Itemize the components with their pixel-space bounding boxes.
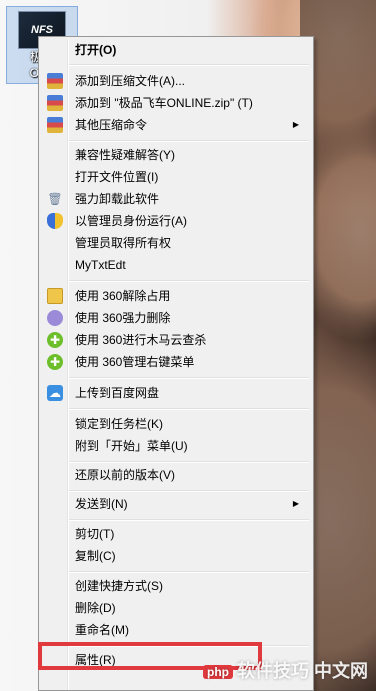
menu-item-restore-versions[interactable]: 还原以前的版本(V)	[41, 464, 311, 486]
menu-separator	[69, 571, 309, 573]
menu-item-pin-start[interactable]: 附到「开始」菜单(U)	[41, 435, 311, 457]
submenu-arrow-icon: ▶	[292, 120, 299, 129]
folder-icon	[47, 288, 63, 304]
menu-item-360-trojan-scan[interactable]: ✚ 使用 360进行木马云查杀	[41, 329, 311, 351]
menu-item-360-manage-menu[interactable]: ✚ 使用 360管理右键菜单	[41, 351, 311, 373]
submenu-arrow-icon: ▶	[292, 499, 299, 508]
menu-separator	[69, 140, 309, 142]
menu-item-baidu-upload[interactable]: ☁ 上传到百度网盘	[41, 382, 311, 404]
menu-item-360-unlock[interactable]: 使用 360解除占用	[41, 285, 311, 307]
cloud-icon: ☁	[47, 385, 63, 401]
menu-item-add-zip[interactable]: 添加到 "极品飞车ONLINE.zip" (T)	[41, 92, 311, 114]
menu-item-compat[interactable]: 兼容性疑难解答(Y)	[41, 144, 311, 166]
menu-item-take-ownership[interactable]: 管理员取得所有权	[41, 232, 311, 254]
menu-item-rename[interactable]: 重命名(M)	[41, 619, 311, 641]
shield-icon	[47, 213, 63, 229]
archive-icon	[47, 117, 63, 133]
menu-item-360-force-delete[interactable]: 使用 360强力删除	[41, 307, 311, 329]
menu-item-pin-taskbar[interactable]: 锁定到任务栏(K)	[41, 413, 311, 435]
archive-icon	[47, 95, 63, 111]
menu-item-add-archive[interactable]: 添加到压缩文件(A)...	[41, 70, 311, 92]
360-icon: ✚	[47, 354, 63, 370]
context-menu: 打开(O) 添加到压缩文件(A)... 添加到 "极品飞车ONLINE.zip"…	[38, 36, 314, 691]
menu-separator	[69, 64, 309, 66]
menu-item-cut[interactable]: 剪切(T)	[41, 523, 311, 545]
menu-item-mytxtedt[interactable]: MyTxtEdt	[41, 254, 311, 276]
menu-item-open[interactable]: 打开(O)	[41, 39, 311, 61]
menu-separator	[69, 519, 309, 521]
menu-separator	[69, 280, 309, 282]
menu-item-send-to[interactable]: 发送到(N) ▶	[41, 493, 311, 515]
menu-item-delete[interactable]: 删除(D)	[41, 597, 311, 619]
menu-separator	[69, 377, 309, 379]
360-delete-icon	[47, 310, 63, 326]
menu-separator	[69, 490, 309, 492]
360-icon: ✚	[47, 332, 63, 348]
watermark-text: 软件技巧 中文网	[236, 661, 368, 681]
menu-item-run-as-admin[interactable]: 以管理员身份运行(A)	[41, 210, 311, 232]
watermark: php 软件技巧 中文网	[202, 657, 368, 683]
menu-item-open-location[interactable]: 打开文件位置(I)	[41, 166, 311, 188]
menu-separator	[69, 461, 309, 463]
php-logo: php	[202, 665, 233, 680]
menu-item-force-uninstall[interactable]: 🗑 强力卸载此软件	[41, 188, 311, 210]
menu-item-copy[interactable]: 复制(C)	[41, 545, 311, 567]
menu-separator	[69, 408, 309, 410]
menu-item-create-shortcut[interactable]: 创建快捷方式(S)	[41, 575, 311, 597]
trash-icon: 🗑	[47, 192, 63, 206]
menu-item-other-compress[interactable]: 其他压缩命令 ▶	[41, 114, 311, 136]
archive-icon	[47, 73, 63, 89]
